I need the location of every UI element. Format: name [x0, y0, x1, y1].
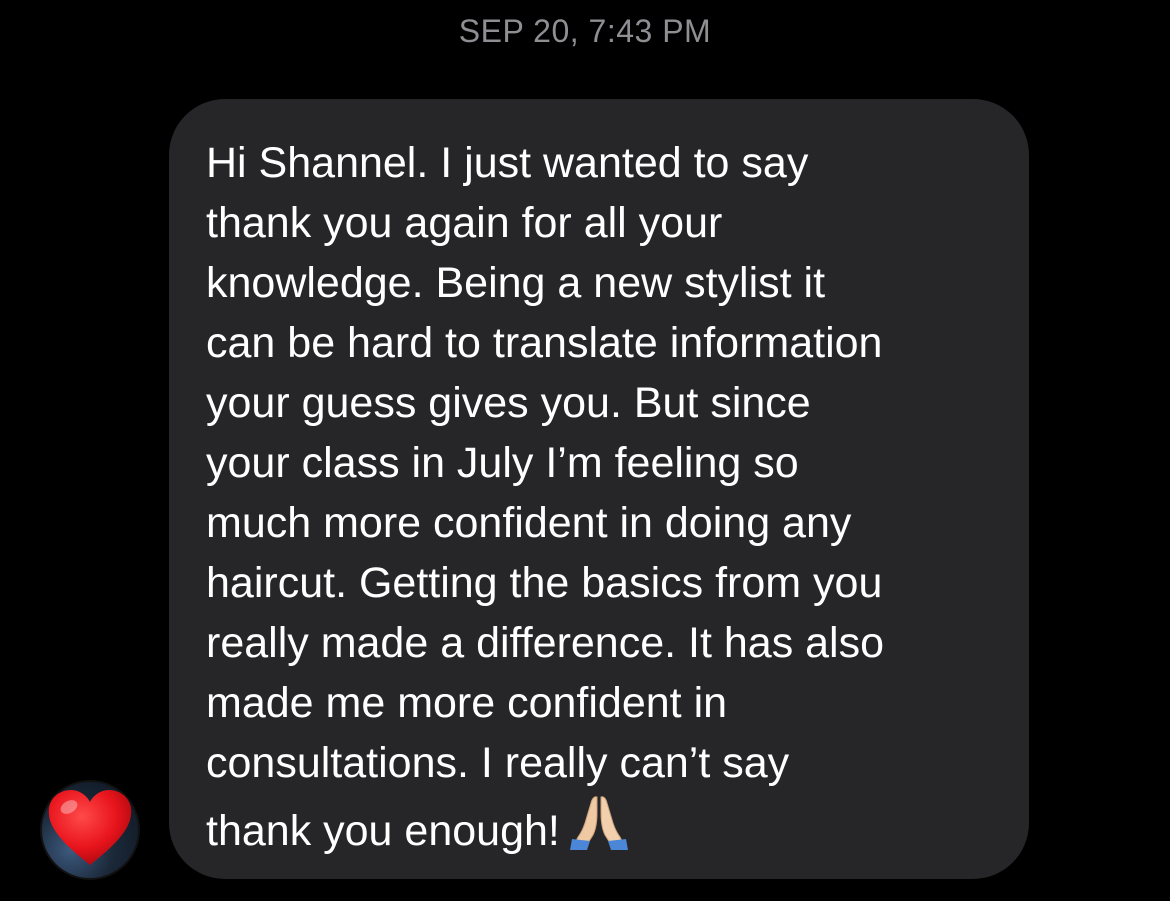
message-line-text: thank you enough!: [206, 807, 560, 855]
folded-hands-icon: [568, 793, 630, 867]
message-line: made me more confident in: [206, 679, 728, 727]
message-line: can be hard to translate information: [206, 319, 883, 367]
message-line: Hi Shannel. I just wanted to say: [206, 139, 809, 187]
message-bubble[interactable]: Hi Shannel. I just wanted to say thank y…: [169, 99, 1029, 879]
message-line: thank you again for all your: [206, 199, 723, 247]
message-line: your guess gives you. But since: [206, 379, 811, 427]
message-line: consultations. I really can’t say: [206, 739, 790, 787]
message-line: your class in July I’m feeling so: [206, 439, 799, 487]
message-line: really made a difference. It has also: [206, 619, 885, 667]
message-timestamp: SEP 20, 7:43 PM: [458, 13, 712, 49]
red-heart-icon: [45, 787, 135, 874]
heart-reaction-badge[interactable]: [42, 782, 138, 878]
message-line: haircut. Getting the basics from you: [206, 559, 883, 607]
message-line-last: thank you enough!: [206, 793, 989, 867]
message-line: much more confident in doing any: [206, 499, 852, 547]
message-line: knowledge. Being a new stylist it: [206, 259, 826, 307]
